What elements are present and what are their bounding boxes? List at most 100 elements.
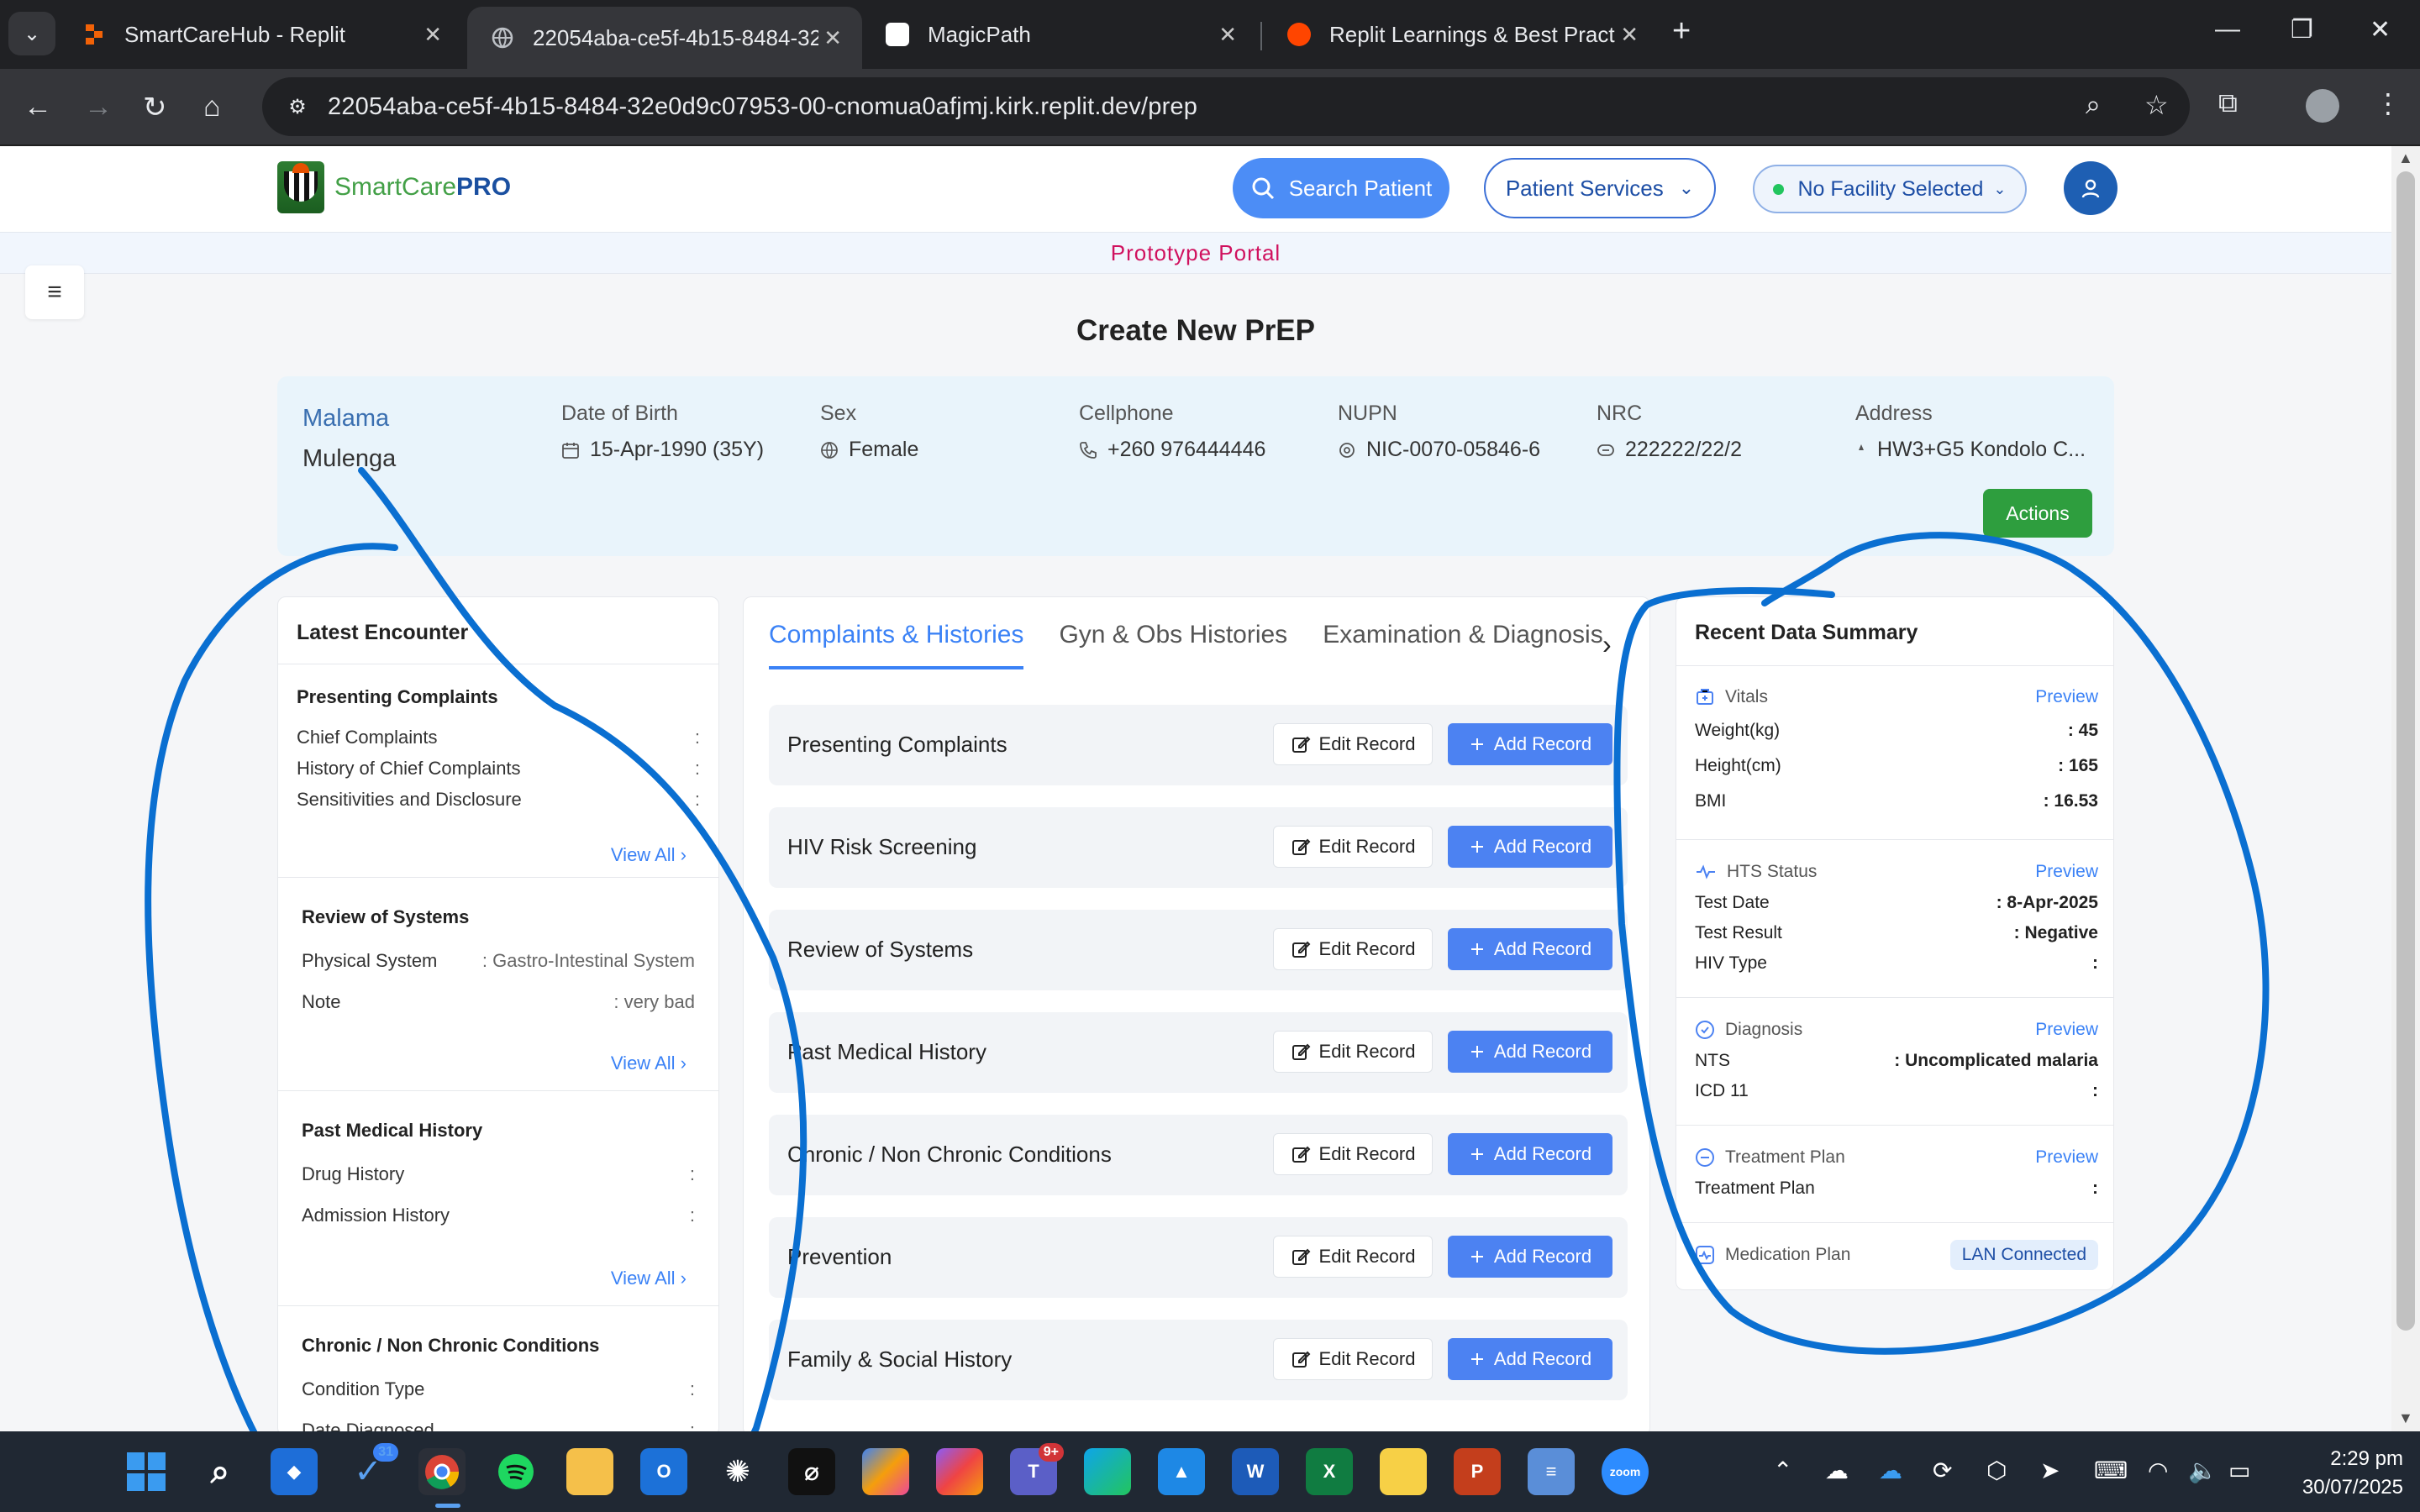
close-icon[interactable]: ✕	[823, 25, 842, 51]
chevron-right-icon[interactable]: ›	[1602, 629, 1612, 660]
notepad-icon[interactable]: ≡	[1528, 1448, 1575, 1495]
logo[interactable]: SmartCare PRO	[277, 161, 511, 213]
spotify-icon[interactable]	[492, 1448, 539, 1495]
facility-selector[interactable]: No Facility Selected ⌄	[1753, 165, 2027, 213]
edit-record-button[interactable]: Edit Record	[1273, 928, 1433, 970]
copilot-icon[interactable]	[862, 1448, 909, 1495]
extensions-icon[interactable]: ⧉	[2218, 87, 2238, 119]
forward-icon[interactable]: →	[84, 91, 113, 123]
close-icon[interactable]: ✕	[1620, 22, 1639, 48]
powerpoint-icon[interactable]: P	[1454, 1448, 1501, 1495]
minimize-icon[interactable]: —	[2215, 15, 2240, 44]
teams-icon[interactable]: T 9+	[1010, 1443, 1064, 1495]
preview-link[interactable]: Preview	[2035, 1020, 2098, 1040]
search-patient-button[interactable]: Search Patient	[1233, 158, 1449, 218]
add-record-button[interactable]: Add Record	[1448, 723, 1612, 765]
outlook-icon[interactable]: O	[640, 1448, 687, 1495]
defender-icon[interactable]: ⬡	[1986, 1457, 2007, 1484]
add-record-button[interactable]: Add Record	[1448, 1338, 1612, 1380]
tab-active[interactable]: 22054aba-ce5f-4b15-8484-32e0d ✕	[467, 7, 862, 69]
battery-icon[interactable]: ▭	[2228, 1457, 2250, 1484]
record-row: Family & Social History Edit Record Add …	[769, 1320, 1628, 1400]
menu-icon[interactable]: ⋮	[2375, 87, 2402, 119]
row-value: :	[689, 1420, 695, 1431]
add-record-button[interactable]: Add Record	[1448, 1031, 1612, 1073]
file-explorer-icon[interactable]	[566, 1448, 613, 1495]
site-settings-icon[interactable]: ⚙	[281, 90, 314, 123]
new-tab-icon[interactable]: +	[1672, 13, 1691, 50]
profile-avatar-icon[interactable]	[2306, 89, 2339, 123]
tab-reddit[interactable]: Replit Learnings & Best Practice ✕	[1264, 5, 1659, 64]
facility-label: No Facility Selected	[1797, 176, 1984, 201]
chrome-icon[interactable]	[418, 1448, 466, 1495]
notion-app-icon[interactable]: ⌀	[788, 1448, 835, 1495]
sticky-notes-icon[interactable]	[1380, 1448, 1427, 1495]
preview-link[interactable]: Preview	[2035, 862, 2098, 882]
zoom-icon[interactable]: zoom	[1602, 1448, 1649, 1495]
row-value: :	[694, 758, 700, 779]
pre-app-icon[interactable]: ◆	[271, 1448, 318, 1495]
m365-icon[interactable]	[936, 1448, 983, 1495]
system-clock[interactable]: 2:29 pm 30/07/2025	[2294, 1445, 2403, 1502]
photos-icon[interactable]: ▲	[1158, 1448, 1205, 1495]
wifi-icon[interactable]: ◠	[2148, 1457, 2168, 1484]
windows-start-icon[interactable]	[123, 1448, 170, 1495]
send-icon[interactable]: ➤	[2040, 1457, 2060, 1484]
encounter-section: Past Medical History Drug History: Admis…	[278, 1091, 718, 1306]
preview-link[interactable]: Preview	[2035, 1147, 2098, 1168]
add-record-button[interactable]: Add Record	[1448, 1236, 1612, 1278]
excel-icon[interactable]: X	[1306, 1448, 1353, 1495]
preview-link[interactable]: Preview	[2035, 687, 2098, 707]
close-icon[interactable]: ✕	[424, 22, 442, 48]
sync-icon[interactable]: ⟳	[1933, 1457, 1952, 1484]
tray-chevron-icon[interactable]: ⌃	[1773, 1457, 1792, 1484]
onedrive-icon[interactable]: ☁	[1825, 1457, 1849, 1484]
zoom-icon[interactable]: ⌕	[2086, 89, 2101, 121]
home-icon[interactable]: ⌂	[203, 91, 221, 123]
onedrive-business-icon[interactable]: ☁	[1879, 1457, 1902, 1484]
actions-button[interactable]: Actions	[1983, 489, 2092, 538]
user-avatar-icon[interactable]	[2064, 161, 2118, 215]
volume-icon[interactable]: 🔈	[2188, 1457, 2217, 1484]
back-icon[interactable]: ←	[24, 91, 52, 123]
bookmark-star-icon[interactable]: ☆	[2144, 89, 2169, 121]
view-all-link[interactable]: View All ›	[611, 1053, 687, 1074]
todo-icon[interactable]: ✓ 31	[345, 1443, 398, 1495]
edit-record-button[interactable]: Edit Record	[1273, 1031, 1433, 1073]
tab-complaints-histories[interactable]: Complaints & Histories	[769, 621, 1024, 669]
add-record-button[interactable]: Add Record	[1448, 928, 1612, 970]
tab-separator	[1260, 22, 1262, 50]
edit-record-button[interactable]: Edit Record	[1273, 1133, 1433, 1175]
vitals-section: Vitals Preview Weight(kg): 45 Height(cm):…	[1695, 685, 2098, 819]
close-icon[interactable]: ✕	[1218, 22, 1237, 48]
word-icon[interactable]: W	[1232, 1448, 1279, 1495]
edit-record-button[interactable]: Edit Record	[1273, 826, 1433, 868]
browser-tab-strip: ⌄ SmartCareHub - Replit ✕ 22054aba-ce5f-…	[0, 0, 2420, 69]
tab-examination-diagnosis[interactable]: Examination & Diagnosis	[1323, 621, 1603, 669]
edge-icon[interactable]	[1084, 1448, 1131, 1495]
edit-record-button[interactable]: Edit Record	[1273, 723, 1433, 765]
page-scrollbar[interactable]: ▲ ▼	[2391, 146, 2420, 1431]
tab-search-button[interactable]: ⌄	[8, 12, 55, 55]
window-close-icon[interactable]: ✕	[2370, 15, 2391, 45]
tab-gyn-obs-histories[interactable]: Gyn & Obs Histories	[1059, 621, 1287, 669]
scroll-up-icon[interactable]: ▲	[2398, 150, 2413, 167]
tab-replit[interactable]: SmartCareHub - Replit ✕	[59, 5, 462, 64]
add-record-button[interactable]: Add Record	[1448, 1133, 1612, 1175]
search-icon[interactable]: ⌕	[197, 1448, 244, 1495]
edit-record-button[interactable]: Edit Record	[1273, 1338, 1433, 1380]
scrollbar-thumb[interactable]	[2396, 171, 2415, 1331]
reload-icon[interactable]: ↻	[143, 91, 167, 124]
scroll-down-icon[interactable]: ▼	[2398, 1410, 2413, 1427]
keyboard-icon[interactable]: ⌨	[2094, 1457, 2128, 1484]
chatgpt-icon[interactable]: ✺	[714, 1448, 761, 1495]
patient-services-dropdown[interactable]: Patient Services ⌄	[1484, 158, 1716, 218]
tab-magicpath[interactable]: MagicPath ✕	[862, 5, 1257, 64]
edit-record-button[interactable]: Edit Record	[1273, 1236, 1433, 1278]
view-all-link[interactable]: View All ›	[611, 1268, 687, 1289]
view-all-link[interactable]: View All ›	[611, 844, 687, 866]
hamburger-menu-icon[interactable]: ≡	[25, 265, 84, 319]
restore-icon[interactable]: ❐	[2291, 15, 2313, 45]
add-record-button[interactable]: Add Record	[1448, 826, 1612, 868]
address-bar[interactable]: ⚙ 22054aba-ce5f-4b15-8484-32e0d9c07953-0…	[262, 77, 2190, 136]
